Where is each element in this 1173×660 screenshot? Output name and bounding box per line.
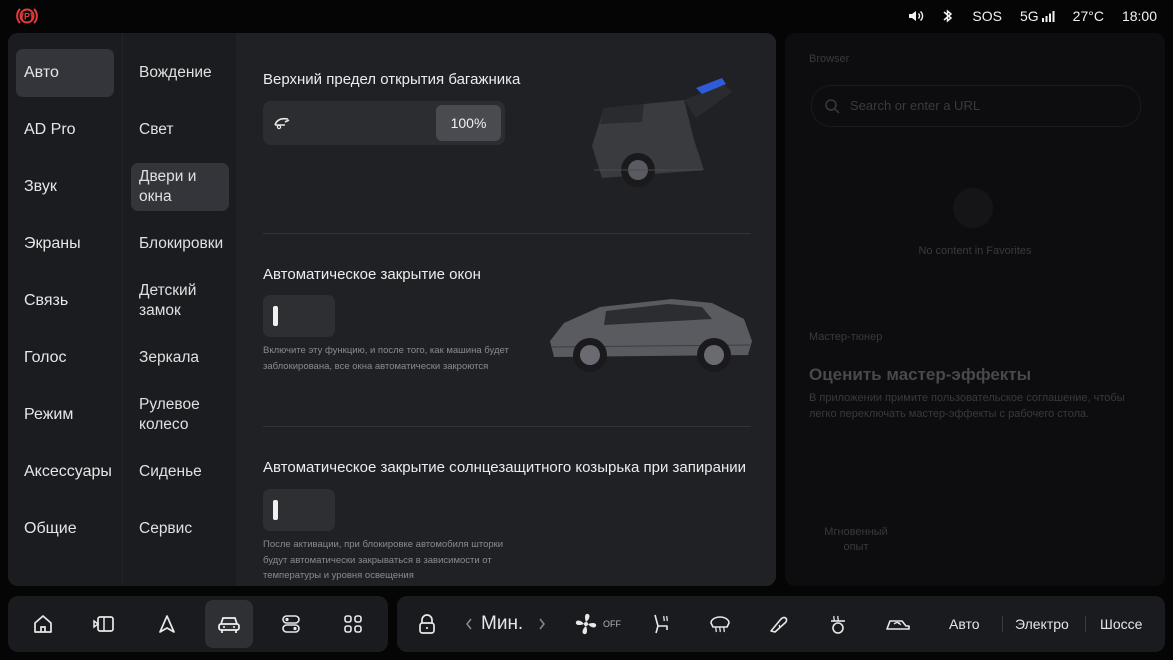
signal-icon bbox=[1041, 11, 1055, 22]
dock-divider bbox=[1085, 616, 1086, 632]
nav-item-sound[interactable]: Звук bbox=[16, 163, 114, 211]
sub-item-steering-wheel[interactable]: Рулевое колесо bbox=[131, 391, 229, 439]
fan-toggle-button[interactable]: OFF bbox=[573, 596, 621, 652]
sub-item-driving[interactable]: Вождение bbox=[131, 49, 229, 97]
mirror-heat-button[interactable] bbox=[755, 600, 803, 648]
settings-panel: Авто AD Pro Звук Экраны Связь Голос Режи… bbox=[8, 33, 776, 586]
media-icon bbox=[93, 616, 114, 632]
search-icon bbox=[825, 99, 840, 114]
clock: 18:00 bbox=[1121, 8, 1157, 24]
mode-electric-button[interactable]: Электро bbox=[1015, 596, 1069, 652]
sub-item-seat[interactable]: Сиденье bbox=[131, 448, 229, 496]
climate-dock: Мин. OFF Авто Электро Шоссе bbox=[397, 596, 1165, 652]
nav-item-mode[interactable]: Режим bbox=[16, 391, 114, 439]
nav-item-auto[interactable]: Авто bbox=[16, 49, 114, 97]
browser-search-field: Search or enter a URL bbox=[811, 85, 1141, 127]
car-icon bbox=[218, 617, 240, 633]
mode-auto-button[interactable]: Авто bbox=[949, 596, 980, 652]
temperature: 27°C bbox=[1072, 8, 1104, 24]
front-defrost-icon bbox=[710, 616, 730, 633]
sub-item-child-lock[interactable]: Детский замок bbox=[131, 277, 229, 325]
dock-divider bbox=[1002, 616, 1003, 632]
nav-item-screens[interactable]: Экраны bbox=[16, 220, 114, 268]
toggles-icon bbox=[282, 615, 300, 633]
favorites-empty-icon bbox=[953, 188, 993, 228]
trunk-limit-slider[interactable]: 100% bbox=[263, 101, 505, 145]
divider-2 bbox=[263, 426, 751, 427]
no-favorites-text: No content in Favorites bbox=[918, 245, 1032, 257]
fan-decrease-button[interactable] bbox=[465, 596, 473, 652]
nav-item-voice[interactable]: Голос bbox=[16, 334, 114, 382]
toggle-knob bbox=[273, 500, 278, 520]
status-bar: (P) SOS 5G 27°C 18:00 bbox=[0, 0, 1173, 32]
fan-increase-button[interactable] bbox=[538, 596, 546, 652]
car-air-icon bbox=[886, 620, 910, 630]
vehicle-settings-button[interactable] bbox=[205, 600, 253, 648]
network-indicator: 5G bbox=[1020, 8, 1055, 24]
svg-text:(P): (P) bbox=[21, 12, 33, 22]
volume-icon[interactable] bbox=[908, 9, 924, 23]
trunk-limit-title: Верхний предел открытия багажника bbox=[263, 71, 521, 88]
home-button[interactable] bbox=[19, 600, 67, 648]
background-panel: Browser Search or enter a URL No content… bbox=[785, 33, 1165, 586]
app-dock bbox=[8, 596, 388, 652]
trunk-open-car-image bbox=[592, 78, 732, 187]
auto-close-sunshade-toggle[interactable] bbox=[263, 489, 335, 531]
trunk-limit-value: 100% bbox=[436, 105, 501, 141]
air-recirculation-button[interactable] bbox=[874, 600, 922, 648]
tuner-description: В приложении примите пользовательское со… bbox=[809, 392, 1125, 420]
toggle-knob bbox=[273, 306, 278, 326]
chevron-left-icon bbox=[466, 618, 472, 630]
sub-item-locks[interactable]: Блокировки bbox=[131, 220, 229, 268]
apps-grid-icon bbox=[344, 615, 362, 633]
nav-item-general[interactable]: Общие bbox=[16, 505, 114, 553]
main-nav: Авто AD Pro Звук Экраны Связь Голос Режи… bbox=[8, 33, 122, 586]
divider-1 bbox=[263, 233, 751, 234]
lock-button[interactable] bbox=[403, 600, 451, 648]
browser-search-placeholder: Search or enter a URL bbox=[850, 98, 981, 113]
sub-item-service[interactable]: Сервис bbox=[131, 505, 229, 553]
tuner-title: Оценить мастер-эффекты bbox=[809, 365, 1032, 384]
auto-close-sunshade-title: Автоматическое закрытие солнцезащитного … bbox=[263, 459, 746, 476]
auto-close-windows-toggle[interactable] bbox=[263, 295, 335, 337]
sub-item-lights[interactable]: Свет bbox=[131, 106, 229, 154]
bluetooth-icon[interactable] bbox=[942, 8, 954, 24]
nav-item-accessories[interactable]: Аксессуары bbox=[16, 448, 114, 496]
mirror-heat-icon bbox=[770, 616, 788, 633]
auto-close-sunshade-description: После активации, при блокировке автомоби… bbox=[263, 539, 504, 581]
steering-heat-icon bbox=[831, 615, 845, 634]
seat-heat-icon bbox=[654, 614, 668, 634]
auto-close-windows-title: Автоматическое закрытие окон bbox=[263, 266, 481, 283]
status-right: SOS 5G 27°C 18:00 bbox=[908, 0, 1157, 32]
sos-label[interactable]: SOS bbox=[972, 8, 1002, 24]
sub-item-doors-windows[interactable]: Двери и окна bbox=[131, 163, 229, 211]
browser-label: Browser bbox=[809, 53, 850, 65]
front-defrost-button[interactable] bbox=[696, 600, 744, 648]
parking-brake-icon: (P) bbox=[16, 8, 38, 24]
fan-state: OFF bbox=[603, 619, 621, 629]
nav-item-connection[interactable]: Связь bbox=[16, 277, 114, 325]
fan-speed-value: Мин. bbox=[481, 613, 524, 634]
fan-icon bbox=[575, 613, 597, 635]
nav-item-ad-pro[interactable]: AD Pro bbox=[16, 106, 114, 154]
controls-button[interactable] bbox=[267, 600, 315, 648]
chevron-right-icon bbox=[539, 618, 545, 630]
navigation-button[interactable] bbox=[143, 600, 191, 648]
sub-item-mirrors[interactable]: Зеркала bbox=[131, 334, 229, 382]
sub-nav: Вождение Свет Двери и окна Блокировки Де… bbox=[122, 33, 237, 586]
home-icon bbox=[34, 615, 52, 633]
navigation-icon bbox=[159, 615, 175, 633]
seat-heat-button[interactable] bbox=[637, 600, 685, 648]
steering-heat-button[interactable] bbox=[814, 600, 862, 648]
lock-icon bbox=[419, 614, 435, 634]
mode-highway-button[interactable]: Шоссе bbox=[1100, 596, 1142, 652]
tuner-label: Мастер-тюнер bbox=[809, 331, 883, 343]
trunk-icon bbox=[274, 117, 290, 130]
settings-content: Верхний предел открытия багажника 100% А… bbox=[236, 33, 776, 586]
auto-close-windows-description: Включите эту функцию, и после того, как … bbox=[263, 345, 509, 372]
media-button[interactable] bbox=[80, 600, 128, 648]
apps-button[interactable] bbox=[329, 600, 377, 648]
instant-experience-label: Мгновенный опыт bbox=[824, 526, 888, 553]
car-side-image bbox=[550, 299, 752, 372]
